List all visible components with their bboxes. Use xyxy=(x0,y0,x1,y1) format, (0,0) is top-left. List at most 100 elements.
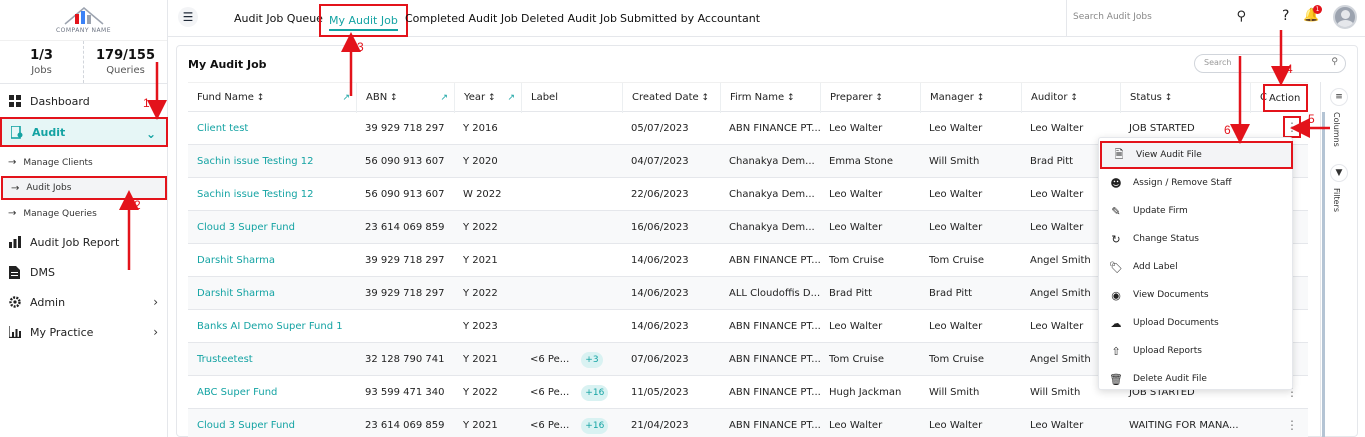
sidebar-item-audit[interactable]: Audit ⌄ xyxy=(0,117,168,147)
sort-icon[interactable]: ↕ xyxy=(873,93,883,103)
cell-fund-name[interactable]: Client test xyxy=(188,112,356,145)
tab-audit-job-queue[interactable]: Audit Job Queue xyxy=(234,12,323,25)
report-icon xyxy=(8,236,21,249)
help-icon[interactable]: ? xyxy=(1282,8,1289,24)
pin-icon[interactable]: ↗ xyxy=(507,83,515,113)
sort-icon[interactable]: ↕ xyxy=(1067,93,1078,103)
row-actions-kebab-icon[interactable]: ⋮ xyxy=(1283,409,1301,437)
column-header-firm-name[interactable]: Firm Name ↕ xyxy=(720,83,820,113)
cell-fund-name[interactable]: Darshit Sharma xyxy=(188,244,356,277)
cell-label: <6 Pe... +3 xyxy=(521,343,622,376)
sidebar-item-audit-jobs[interactable]: → Audit Jobs xyxy=(1,176,167,200)
sidebar-item-my-practice[interactable]: My Practice › xyxy=(0,317,168,347)
sidebar-item-audit-job-report[interactable]: Audit Job Report xyxy=(0,227,168,257)
column-header-status[interactable]: Status ↕ xyxy=(1120,83,1250,113)
sidebar-item-dms[interactable]: DMS xyxy=(0,257,168,287)
sidebar-item-admin[interactable]: Admin › xyxy=(0,287,168,317)
cell-text: Brad Pitt xyxy=(1030,156,1074,167)
cell-text: ALL Cloudoffis D... xyxy=(729,288,820,299)
column-header-label: ABN xyxy=(366,92,388,103)
menu-item-assign-remove-staff[interactable]: ☻ Assign / Remove Staff xyxy=(1099,169,1294,197)
sort-icon[interactable]: ↕ xyxy=(784,93,795,103)
label-more-badge[interactable]: +16 xyxy=(581,385,609,401)
column-header-c[interactable]: C xyxy=(1250,83,1267,113)
label-more-badge[interactable]: +3 xyxy=(581,352,603,368)
cell-text: Y 2021 xyxy=(463,255,498,266)
cell-manager: Leo Walter xyxy=(920,310,1021,343)
sort-icon[interactable]: ↕ xyxy=(387,93,398,103)
columns-icon[interactable]: ≡ xyxy=(1330,88,1348,106)
column-header-abn[interactable]: ABN ↕ ↗ xyxy=(356,83,454,113)
cell-fund-name[interactable]: Cloud 3 Super Fund xyxy=(188,211,356,244)
table-row[interactable]: Cloud 3 Super Fund 23 614 069 859 Y 2021 <6… xyxy=(188,409,1308,437)
menu-item-upload-reports[interactable]: ⇧ Upload Reports xyxy=(1099,337,1294,365)
sort-icon[interactable]: ↕ xyxy=(974,93,985,103)
columns-panel-toggle[interactable]: Columns xyxy=(1332,112,1341,147)
cell-text: 14/06/2023 xyxy=(631,321,689,332)
sidebar: COMPANY NAME 1/3 Jobs 179/155 Queries Da… xyxy=(0,0,168,437)
cell-text: Leo Walter xyxy=(929,189,983,200)
row-actions-kebab-icon[interactable]: ⋮ xyxy=(1283,116,1301,138)
cell-firm-name: ABN FINANCE PT... xyxy=(720,112,820,145)
column-header-auditor[interactable]: Auditor ↕ xyxy=(1021,83,1120,113)
cell-preparer: Hugh Jackman xyxy=(820,376,920,409)
menu-toggle-icon[interactable]: ☰ xyxy=(178,7,198,27)
cell-year: Y 2022 xyxy=(454,376,521,409)
sort-icon[interactable]: ↕ xyxy=(699,93,710,103)
audit-jobs-search-input[interactable]: Search Audit Jobs ⚲ xyxy=(1066,0,1254,36)
pin-icon[interactable]: ↗ xyxy=(342,83,350,113)
menu-item-delete-audit-file[interactable]: 🗑 Delete Audit File xyxy=(1099,365,1294,393)
cell-text: 39 929 718 297 xyxy=(365,288,445,299)
sidebar-item-manage-queries[interactable]: → Manage Queries xyxy=(0,200,168,227)
menu-item-change-status[interactable]: ↻ Change Status xyxy=(1099,225,1294,253)
cell-fund-name[interactable]: Trusteetest xyxy=(188,343,356,376)
tab-deleted-audit-job[interactable]: Deleted Audit Job xyxy=(521,12,617,25)
avatar[interactable] xyxy=(1333,5,1357,29)
scrollbar[interactable] xyxy=(1322,112,1325,437)
column-header-manager[interactable]: Manager ↕ xyxy=(920,83,1021,113)
column-header-year[interactable]: Year ↕ ↗ xyxy=(454,83,521,113)
column-header-action[interactable]: Action xyxy=(1263,84,1308,112)
filter-icon[interactable]: ▼ xyxy=(1330,164,1348,182)
cell-fund-name[interactable]: Sachin issue Testing 12 xyxy=(188,178,356,211)
cell-fund-name[interactable]: Darshit Sharma xyxy=(188,277,356,310)
sidebar-item-manage-clients[interactable]: → Manage Clients xyxy=(0,149,168,176)
sidebar-item-label: Audit xyxy=(32,125,66,139)
menu-item-view-audit-file[interactable]: 🗎 View Audit File xyxy=(1100,141,1293,169)
tab-label: My Audit Job xyxy=(329,14,398,27)
column-header-preparer[interactable]: Preparer ↕ xyxy=(820,83,920,113)
pin-icon[interactable]: ↗ xyxy=(440,83,448,113)
column-header-fund-name[interactable]: Fund Name ↕ ↗ xyxy=(188,83,356,113)
tab-submitted-by-accountant[interactable]: Submitted by Accountant xyxy=(620,12,760,25)
tag-icon: 🏷 xyxy=(1109,260,1123,274)
company-logo[interactable]: COMPANY NAME xyxy=(0,0,167,38)
cell-fund-name[interactable]: Sachin issue Testing 12 xyxy=(188,145,356,178)
menu-item-label: Delete Audit File xyxy=(1133,374,1207,384)
menu-item-view-documents[interactable]: ◉ View Documents xyxy=(1099,281,1294,309)
menu-item-upload-documents[interactable]: ☁ Upload Documents xyxy=(1099,309,1294,337)
column-header-label[interactable]: Label xyxy=(521,83,622,113)
cell-text: Leo Walter xyxy=(829,189,883,200)
sort-icon[interactable]: ↕ xyxy=(485,93,496,103)
menu-item-update-firm[interactable]: ✎ Update Firm xyxy=(1099,197,1294,225)
column-header-created-date[interactable]: Created Date ↕ xyxy=(622,83,720,113)
search-icon[interactable]: ⚲ xyxy=(1236,9,1246,24)
cell-fund-name[interactable]: ABC Super Fund xyxy=(188,376,356,409)
cell-fund-name[interactable]: Cloud 3 Super Fund xyxy=(188,409,356,437)
label-more-badge[interactable]: +16 xyxy=(581,418,609,434)
filters-panel-toggle[interactable]: Filters xyxy=(1332,188,1341,212)
cell-label xyxy=(521,277,622,310)
cell-fund-name[interactable]: Banks AI Demo Super Fund 1 xyxy=(188,310,356,343)
sort-icon[interactable]: ↕ xyxy=(1162,93,1173,103)
cell-text: Tom Cruise xyxy=(829,354,885,365)
cell-label xyxy=(521,178,622,211)
cell-text: Chanakya Dem... xyxy=(729,156,815,167)
tab-my-audit-job[interactable]: My Audit Job xyxy=(319,4,408,37)
users-icon: ☻ xyxy=(1110,176,1122,190)
cell-text: Y 2021 xyxy=(463,420,498,431)
cell-text: Y 2022 xyxy=(463,288,498,299)
table-search-input[interactable]: Search ⚲ xyxy=(1194,54,1346,73)
sort-icon[interactable]: ↕ xyxy=(254,93,265,103)
menu-item-add-label[interactable]: 🏷 Add Label xyxy=(1099,253,1294,281)
tab-completed-audit-job[interactable]: Completed Audit Job xyxy=(405,12,518,25)
